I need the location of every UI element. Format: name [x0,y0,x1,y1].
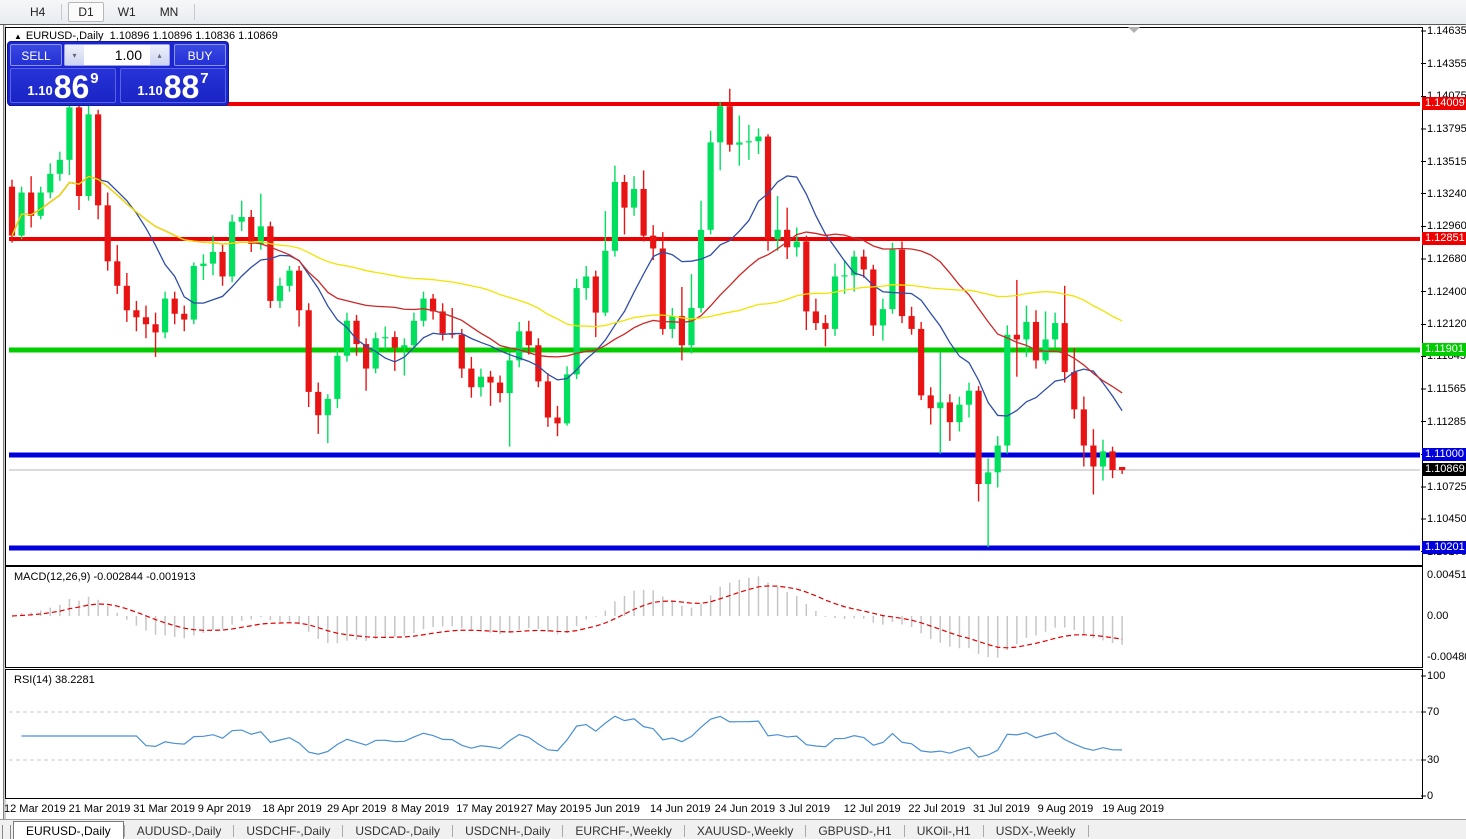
date-axis-label: 12 Mar 2019 [4,803,66,815]
sell-price-big: 86 [53,69,90,105]
date-axis-label: 21 Mar 2019 [68,803,131,815]
rsi-tick-label: 30 [1427,754,1440,766]
chart-tab-usdx[interactable]: USDX-,Weekly [984,823,1088,839]
macd-label: MACD(12,26,9) -0.002844 -0.001913 [14,571,196,583]
price-tick-label: 1.12680 [1427,252,1466,265]
price-tick-label: 1.13240 [1427,187,1466,200]
chart-tab-bar: EURUSD-,Daily AUDUSD-,Daily USDCHF-,Daily U… [0,819,1466,839]
buy-price-prefix: 1.10 [137,83,163,98]
volume-stepper: ▾ 1.00 ▴ [64,44,170,66]
current-price-badge: 1.10869 [1422,463,1466,477]
chart-tab-xauusd[interactable]: XAUUSD-,Weekly [685,823,805,839]
rsi-indicator-panel[interactable] [5,669,1423,799]
rsi-tick-label: 100 [1427,670,1446,682]
price-chart-panel[interactable] [5,27,1423,566]
price-tick-label: 1.14635 [1427,25,1466,37]
timeframe-toolbar: H4 D1 W1 MN [0,0,1466,25]
date-axis-label: 19 Aug 2019 [1102,803,1164,815]
chart-tab-audusd[interactable]: AUDUSD-,Daily [125,823,234,839]
chart-ohlc-values: 1.10896 1.10896 1.10836 1.10869 [109,30,278,42]
price-level-badge: 1.10201 [1422,541,1466,554]
buy-price-big: 88 [163,69,200,105]
price-level-badge: 1.11901 [1422,342,1466,356]
chart-tab-ukoil[interactable]: UKOil-,H1 [905,823,983,839]
date-axis-label: 24 Jun 2019 [714,803,776,815]
chart-tab-eurusd[interactable]: EURUSD-,Daily [13,821,124,839]
timeframe-button-h4[interactable]: H4 [20,2,55,22]
price-tick-label: 1.12400 [1427,285,1466,298]
date-axis-label: 29 Apr 2019 [327,803,387,815]
chart-title: ▲ EURUSD-,Daily 1.10896 1.10896 1.10836 1… [14,30,278,42]
macd-tick-label: 0.004517 [1427,569,1466,581]
price-level-badge: 1.12851 [1422,232,1466,246]
date-axis-label: 12 Jul 2019 [843,803,901,815]
volume-increase-button[interactable]: ▴ [150,45,169,65]
chart-tab-usdcad[interactable]: USDCAD-,Daily [343,823,452,839]
price-level-badge: 1.14009 [1422,97,1466,110]
rsi-tick-label: 0 [1427,790,1434,802]
date-axis-label: 8 May 2019 [391,803,450,815]
price-tick-label: 1.10725 [1427,480,1466,493]
sell-price-prefix: 1.10 [27,83,53,98]
sell-price-display[interactable]: 1.10 86 9 [10,68,116,103]
price-tick-label: 1.12960 [1427,220,1466,233]
date-axis-label: 27 May 2019 [520,803,585,815]
date-axis-label: 17 May 2019 [456,803,520,815]
price-tick-label: 1.11285 [1427,415,1466,428]
date-axis-label: 18 Apr 2019 [262,803,322,815]
buy-button[interactable]: BUY [174,44,226,66]
price-tick-label: 1.13515 [1427,155,1466,168]
date-axis-label: 9 Aug 2019 [1037,803,1094,815]
chart-shift-marker-icon[interactable] [1128,27,1140,33]
date-axis-label: 5 Jun 2019 [585,803,640,815]
buy-price-pip: 7 [200,70,209,87]
rsi-tick-label: 70 [1427,706,1440,718]
chart-tab-usdcnh[interactable]: USDCNH-,Daily [453,823,562,839]
timeframe-button-mn[interactable]: MN [150,2,189,22]
one-click-trading-widget: SELL ▾ 1.00 ▴ BUY 1.10 86 9 1.10 88 7 [8,42,228,105]
date-axis-label: 22 Jul 2019 [908,803,966,815]
tab-scroll-grip[interactable] [2,825,11,839]
chart-tab-usdchf[interactable]: USDCHF-,Daily [234,823,342,839]
date-axis-label: 14 Jun 2019 [650,803,711,815]
date-axis-label: 3 Jul 2019 [779,803,830,815]
price-tick-label: 1.10450 [1427,512,1466,525]
chart-tab-eurchf[interactable]: EURCHF-,Weekly [563,823,683,839]
date-axis-label: 31 Jul 2019 [973,803,1030,815]
date-axis-label: 31 Mar 2019 [133,803,195,815]
timeframe-button-d1[interactable]: D1 [68,2,104,22]
price-tick-label: 1.12120 [1427,318,1466,331]
collapse-panel-icon[interactable]: ▲ [14,32,22,41]
buy-price-display[interactable]: 1.10 88 7 [120,68,226,103]
sell-price-pip: 9 [90,70,99,87]
sell-button[interactable]: SELL [10,44,62,66]
mt4-window: H4 D1 W1 MN ▲ EURUSD-,Daily 1.10896 1.10896 … [0,0,1466,839]
volume-input[interactable]: 1.00 [84,45,150,65]
date-axis-label: 9 Apr 2019 [197,803,252,815]
macd-indicator-panel[interactable] [5,566,1423,668]
price-tick-label: 1.14355 [1427,57,1466,70]
volume-decrease-button[interactable]: ▾ [65,45,84,65]
timeframe-button-w1[interactable]: W1 [108,2,146,22]
rsi-label: RSI(14) 38.2281 [14,674,95,686]
price-tick-label: 1.11565 [1427,382,1466,395]
chart-symbol-label: EURUSD-,Daily [25,30,104,42]
chart-tab-gbpusd[interactable]: GBPUSD-,H1 [806,823,903,839]
price-tick-label: 1.13795 [1427,122,1466,135]
price-level-badge: 1.11000 [1422,447,1466,461]
macd-tick-label: 0.00 [1427,610,1449,622]
macd-tick-label: -0.004806 [1427,651,1466,663]
